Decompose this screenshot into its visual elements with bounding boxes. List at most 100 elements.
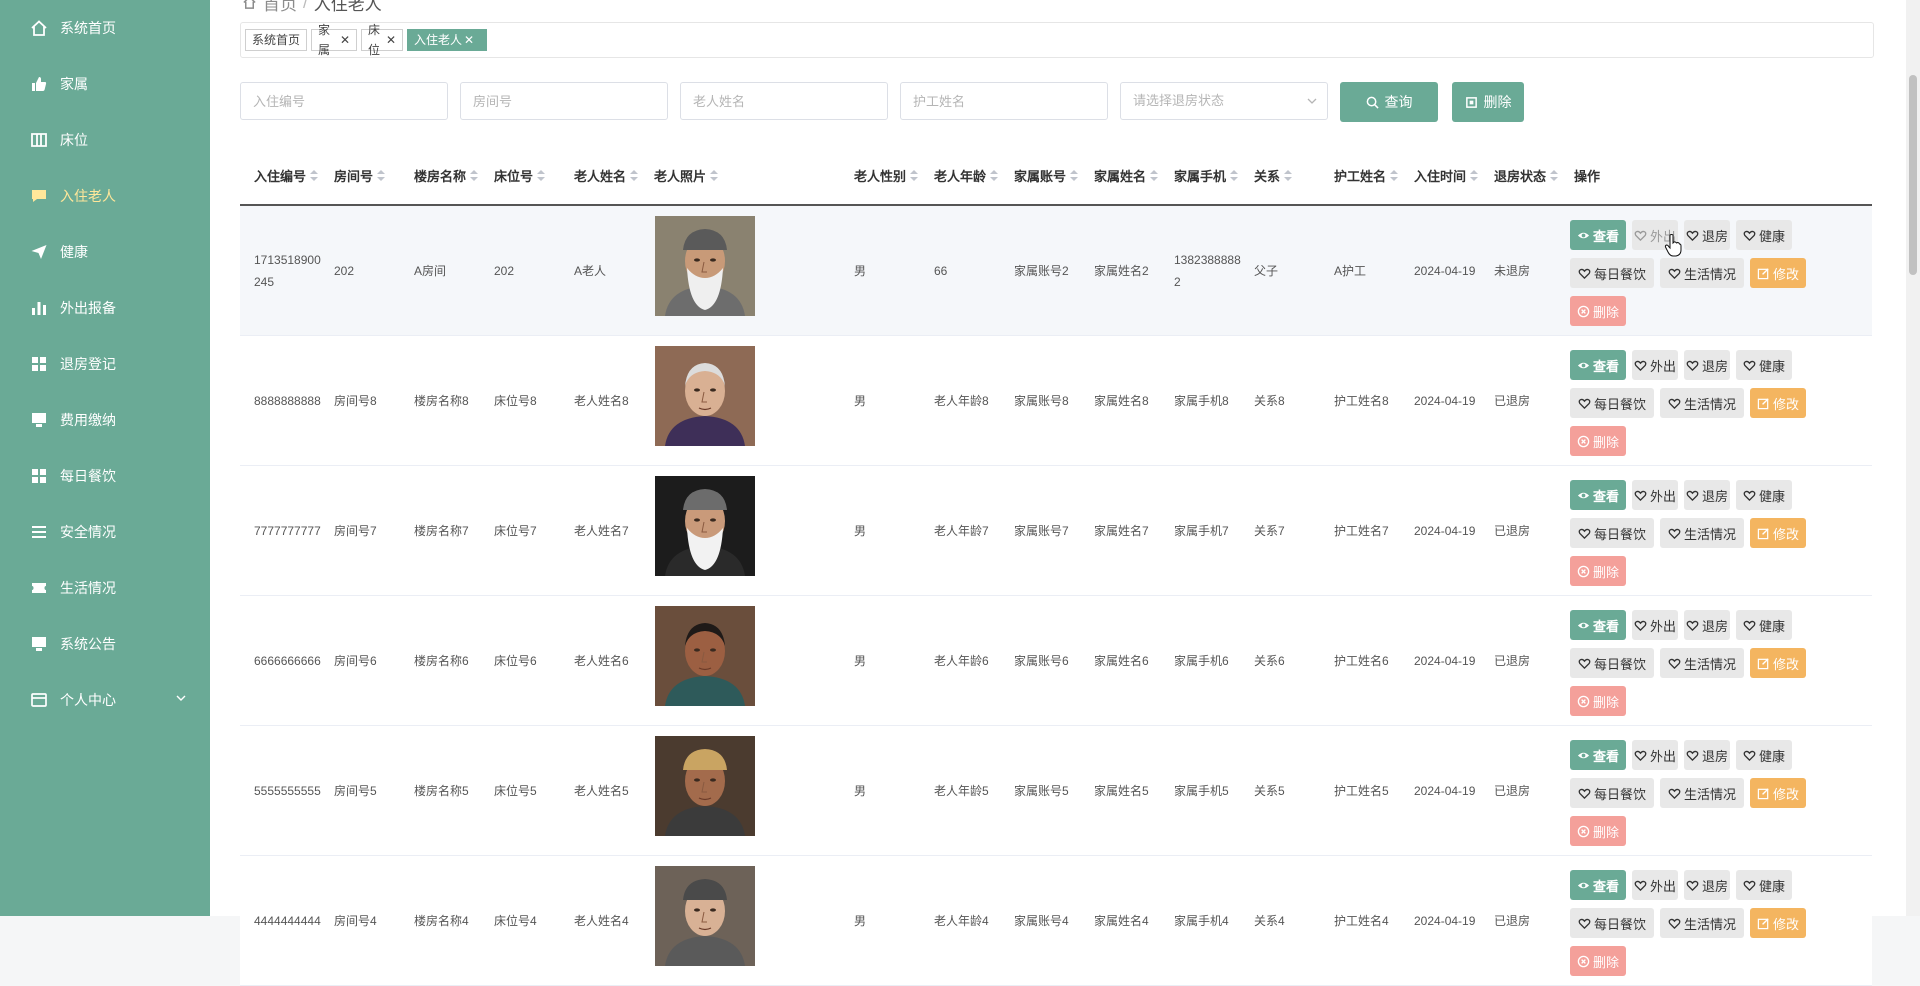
tag-3[interactable]: 入住老人 ✕ — [407, 29, 487, 51]
breadcrumb-home[interactable]: 首页 — [263, 0, 297, 15]
sort-icon[interactable] — [1470, 169, 1479, 182]
column-header-0[interactable]: 入住编号 — [254, 166, 319, 185]
view-button[interactable]: 查看 — [1570, 350, 1626, 380]
sort-icon[interactable] — [1230, 169, 1239, 182]
life-button[interactable]: 生活情况 — [1660, 648, 1744, 678]
sort-icon[interactable] — [710, 169, 719, 182]
out-button[interactable]: 外出 — [1632, 740, 1678, 770]
scrollbar-thumb[interactable] — [1909, 75, 1917, 275]
life-button[interactable]: 生活情况 — [1660, 258, 1744, 288]
column-header-10[interactable]: 家属手机 — [1174, 166, 1239, 185]
elder-photo[interactable] — [655, 736, 755, 836]
meal-button[interactable]: 每日餐饮 — [1570, 258, 1654, 288]
health-button[interactable]: 健康 — [1736, 610, 1792, 640]
column-header-5[interactable]: 老人照片 — [654, 166, 719, 185]
sort-icon[interactable] — [990, 169, 999, 182]
sidebar-item-3[interactable]: 入住老人 — [0, 176, 210, 216]
sort-icon[interactable] — [1550, 169, 1559, 182]
life-button[interactable]: 生活情况 — [1660, 518, 1744, 548]
meal-button[interactable]: 每日餐饮 — [1570, 778, 1654, 808]
query-button[interactable]: 查询 — [1340, 82, 1438, 122]
sort-icon[interactable] — [1070, 169, 1079, 182]
life-button[interactable]: 生活情况 — [1660, 908, 1744, 938]
elder-name-input[interactable] — [680, 82, 888, 120]
batch-delete-button[interactable]: 删除 — [1452, 82, 1524, 122]
column-header-6[interactable]: 老人性别 — [854, 166, 919, 185]
checkout-button[interactable]: 退房 — [1684, 610, 1730, 640]
life-button[interactable]: 生活情况 — [1660, 388, 1744, 418]
delete-button[interactable]: 删除 — [1570, 556, 1626, 586]
view-button[interactable]: 查看 — [1570, 220, 1626, 250]
sidebar-item-5[interactable]: 外出报备 — [0, 288, 210, 328]
checkout-button[interactable]: 退房 — [1684, 870, 1730, 900]
out-button[interactable]: 外出 — [1632, 480, 1678, 510]
sidebar-item-8[interactable]: 每日餐饮 — [0, 456, 210, 496]
checkout-button[interactable]: 退房 — [1684, 740, 1730, 770]
sidebar-item-6[interactable]: 退房登记 — [0, 344, 210, 384]
edit-button[interactable]: 修改 — [1750, 258, 1806, 288]
elder-photo[interactable] — [655, 346, 755, 446]
column-header-3[interactable]: 床位号 — [494, 166, 546, 185]
column-header-1[interactable]: 房间号 — [334, 166, 386, 185]
edit-button[interactable]: 修改 — [1750, 648, 1806, 678]
out-button[interactable]: 外出 — [1632, 870, 1678, 900]
sidebar-item-9[interactable]: 安全情况 — [0, 512, 210, 552]
sidebar-item-2[interactable]: 床位 — [0, 120, 210, 160]
column-header-14[interactable]: 退房状态 — [1494, 166, 1559, 185]
column-header-12[interactable]: 护工姓名 — [1334, 166, 1399, 185]
sidebar-item-7[interactable]: 费用缴纳 — [0, 400, 210, 440]
tag-0[interactable]: 系统首页 — [245, 29, 307, 51]
health-button[interactable]: 健康 — [1736, 220, 1792, 250]
life-button[interactable]: 生活情况 — [1660, 778, 1744, 808]
sort-icon[interactable] — [1150, 169, 1159, 182]
view-button[interactable]: 查看 — [1570, 610, 1626, 640]
edit-button[interactable]: 修改 — [1750, 778, 1806, 808]
sort-icon[interactable] — [537, 169, 546, 182]
checkin-no-input[interactable] — [240, 82, 448, 120]
checkout-button[interactable]: 退房 — [1684, 220, 1730, 250]
chevron-down-icon[interactable] — [174, 691, 188, 705]
delete-button[interactable]: 删除 — [1570, 946, 1626, 976]
close-icon[interactable]: ✕ — [340, 30, 350, 50]
meal-button[interactable]: 每日餐饮 — [1570, 648, 1654, 678]
health-button[interactable]: 健康 — [1736, 870, 1792, 900]
meal-button[interactable]: 每日餐饮 — [1570, 518, 1654, 548]
column-header-9[interactable]: 家属姓名 — [1094, 166, 1159, 185]
sidebar-item-10[interactable]: 生活情况 — [0, 568, 210, 608]
health-button[interactable]: 健康 — [1736, 350, 1792, 380]
tag-1[interactable]: 家属 ✕ — [311, 23, 357, 57]
delete-button[interactable]: 删除 — [1570, 296, 1626, 326]
elder-photo[interactable] — [655, 476, 755, 576]
elder-photo[interactable] — [655, 866, 755, 966]
checkout-button[interactable]: 退房 — [1684, 350, 1730, 380]
column-header-2[interactable]: 楼房名称 — [414, 166, 479, 185]
column-header-13[interactable]: 入住时间 — [1414, 166, 1479, 185]
sort-icon[interactable] — [310, 169, 319, 182]
room-no-input[interactable] — [460, 82, 668, 120]
sort-icon[interactable] — [470, 169, 479, 182]
sidebar-item-12[interactable]: 个人中心 — [0, 680, 210, 720]
elder-photo[interactable] — [655, 216, 755, 316]
view-button[interactable]: 查看 — [1570, 870, 1626, 900]
health-button[interactable]: 健康 — [1736, 480, 1792, 510]
sort-icon[interactable] — [1284, 169, 1293, 182]
view-button[interactable]: 查看 — [1570, 740, 1626, 770]
edit-button[interactable]: 修改 — [1750, 518, 1806, 548]
column-header-7[interactable]: 老人年龄 — [934, 166, 999, 185]
close-icon[interactable]: ✕ — [464, 30, 474, 50]
sidebar-item-0[interactable]: 系统首页 — [0, 8, 210, 48]
health-button[interactable]: 健康 — [1736, 740, 1792, 770]
sidebar-item-1[interactable]: 家属 — [0, 64, 210, 104]
close-icon[interactable]: ✕ — [386, 30, 396, 50]
out-button[interactable]: 外出 — [1632, 350, 1678, 380]
delete-button[interactable]: 删除 — [1570, 426, 1626, 456]
elder-photo[interactable] — [655, 606, 755, 706]
page-scrollbar[interactable] — [1906, 0, 1920, 916]
column-header-8[interactable]: 家属账号 — [1014, 166, 1079, 185]
sidebar-item-4[interactable]: 健康 — [0, 232, 210, 272]
sort-icon[interactable] — [630, 169, 639, 182]
sidebar-item-11[interactable]: 系统公告 — [0, 624, 210, 664]
edit-button[interactable]: 修改 — [1750, 388, 1806, 418]
checkout-status-select[interactable]: 请选择退房状态 — [1120, 82, 1328, 120]
meal-button[interactable]: 每日餐饮 — [1570, 388, 1654, 418]
